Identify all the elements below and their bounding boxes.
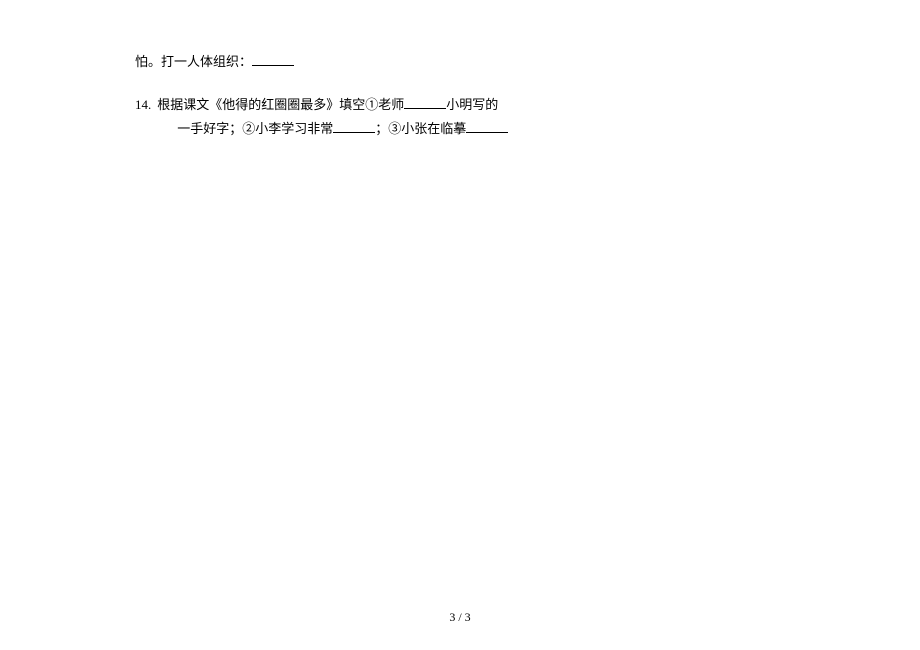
fill-blank[interactable]	[466, 120, 508, 133]
text-segment: 小明写的	[446, 97, 498, 112]
fill-blank[interactable]	[252, 53, 294, 66]
document-body: 怕。打一人体组织： 14. 根据课文《他得的红圈圈最多》填空①老师 小明写的 一手…	[0, 0, 920, 142]
page-footer: 3 / 3	[0, 610, 920, 625]
text-segment: 根据课文《他得的红圈圈最多》填空①老师	[157, 97, 404, 112]
fill-blank[interactable]	[333, 120, 375, 133]
question-text-fragment: 怕。打一人体组织：	[135, 54, 252, 69]
question-13-fragment: 怕。打一人体组织：	[135, 50, 775, 75]
fill-blank[interactable]	[404, 96, 446, 109]
question-number: 14.	[135, 93, 151, 142]
question-line-1: 根据课文《他得的红圈圈最多》填空①老师 小明写的	[157, 93, 775, 118]
question-line-2: 一手好字；②小李学习非常 ；③小张在临摹	[157, 117, 775, 142]
text-segment: 一手好字；②小李学习非常	[177, 121, 333, 136]
page-number: 3 / 3	[449, 610, 470, 624]
text-segment: ；③小张在临摹	[375, 121, 466, 136]
question-14: 14. 根据课文《他得的红圈圈最多》填空①老师 小明写的 一手好字；②小李学习非常…	[135, 93, 775, 142]
question-text: 根据课文《他得的红圈圈最多》填空①老师 小明写的 一手好字；②小李学习非常 ；③小张…	[157, 93, 775, 142]
